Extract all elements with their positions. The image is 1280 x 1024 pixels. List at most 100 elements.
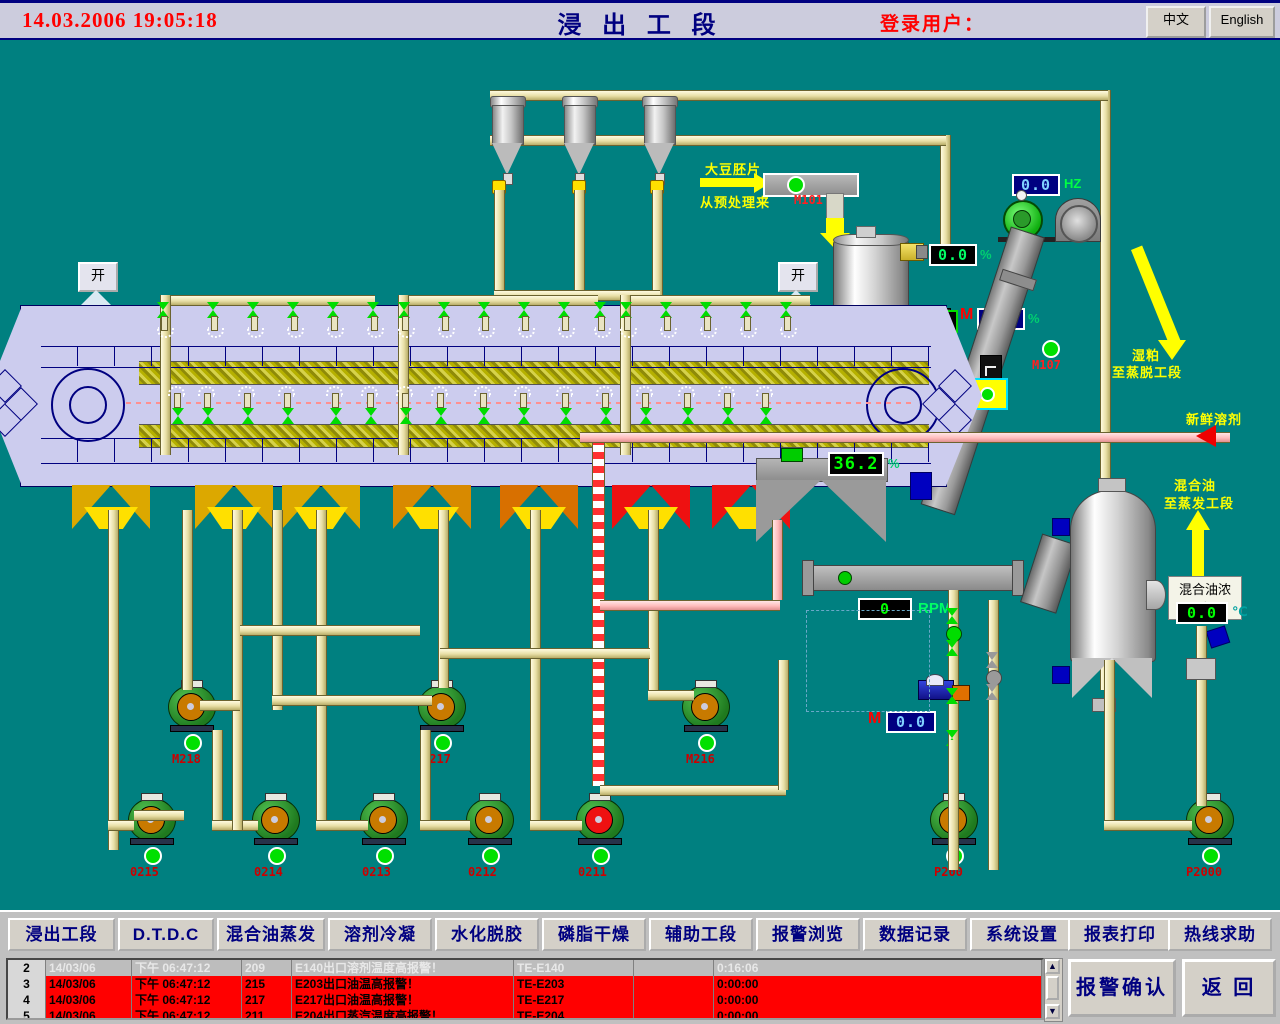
concentration-readout[interactable]: 0.0 bbox=[1176, 602, 1228, 624]
control-valve-readout[interactable]: 0.0 bbox=[886, 711, 936, 733]
feed-conveyor-run-lamp bbox=[787, 176, 805, 194]
pump-line-7-down bbox=[530, 510, 541, 826]
alarm-time: 下午 06:47:12 bbox=[132, 976, 242, 992]
right-open-button[interactable]: 开 bbox=[778, 262, 818, 292]
pump-line-5-down bbox=[316, 510, 327, 826]
alarm-tag: TE-E140 bbox=[514, 960, 634, 976]
feed-conveyor-tag: M101 bbox=[794, 193, 823, 207]
mid-pump-1-lamp bbox=[184, 734, 202, 752]
scroll-down-icon[interactable]: ▼ bbox=[1045, 1004, 1060, 1019]
bottom-pump-1-tag: 0215 bbox=[130, 865, 159, 879]
pump-1-discharge bbox=[134, 810, 184, 821]
cyclone-1 bbox=[488, 88, 526, 178]
back-button[interactable]: 返 回 bbox=[1182, 959, 1276, 1017]
alarm-elapsed: 0:00:00 bbox=[714, 1008, 1042, 1020]
table-row[interactable]: 3 14/03/06 下午 06:47:12 215 E203出口油温高报警！ … bbox=[8, 976, 1042, 992]
tab-data-log[interactable]: 数据记录 bbox=[863, 918, 967, 951]
bottom-pump-5-tag: 0211 bbox=[578, 865, 607, 879]
tab-phospholipid-dry[interactable]: 磷脂干燥 bbox=[542, 918, 646, 951]
tab-report-print[interactable]: 报表打印 bbox=[1068, 918, 1172, 951]
spray-nozzle-row bbox=[0, 302, 1000, 346]
tank-side-port-1[interactable] bbox=[1052, 518, 1070, 536]
mixed-oil-suction bbox=[1196, 626, 1207, 806]
level-transmitter[interactable] bbox=[781, 448, 803, 462]
feeder-motor-unit: % bbox=[1028, 311, 1040, 326]
tab-extraction[interactable]: 浸出工段 bbox=[8, 918, 115, 951]
tank-side-port-2[interactable] bbox=[1052, 666, 1070, 684]
tab-degumming[interactable]: 水化脱胶 bbox=[435, 918, 539, 951]
alarm-date: 14/03/06 bbox=[46, 1008, 132, 1020]
tab-system-settings[interactable]: 系统设置 bbox=[970, 918, 1074, 951]
alarm-message: E203出口油温高报警！ bbox=[292, 976, 514, 992]
scroll-thumb[interactable] bbox=[1046, 976, 1059, 1000]
tank-sight-glass bbox=[1146, 580, 1166, 610]
bypass-valve-upper[interactable] bbox=[986, 652, 999, 668]
right-pump-2[interactable] bbox=[1186, 798, 1232, 844]
bottom-cross-riser bbox=[778, 660, 789, 790]
tab-hotline-help[interactable]: 热线求助 bbox=[1168, 918, 1272, 951]
hmi-screen: 14.03.2006 19:05:18 浸 出 工 段 登录用户： 中文 Eng… bbox=[0, 0, 1280, 1024]
bottom-pump-1[interactable] bbox=[128, 798, 174, 844]
alarm-acknowledge-button[interactable]: 报警确认 bbox=[1068, 959, 1176, 1017]
mid-pump-3-lamp bbox=[698, 734, 716, 752]
fresh-solvent-arrow bbox=[1196, 425, 1216, 447]
table-row[interactable]: 5 14/03/06 下午 06:47:12 211 E204出口蒸汽温度高报警… bbox=[8, 1008, 1042, 1020]
blower-motor-knob bbox=[1016, 190, 1027, 201]
bottom-pump-2[interactable] bbox=[252, 798, 298, 844]
tab-oil-evaporation[interactable]: 混合油蒸发 bbox=[217, 918, 325, 951]
mixed-oil-inline-device bbox=[1186, 658, 1216, 680]
blower-motor-hub bbox=[1013, 210, 1031, 228]
concentration-sensor[interactable] bbox=[1206, 625, 1231, 648]
pump-line-2b-down bbox=[212, 730, 223, 825]
drag-conveyor-tag: M107 bbox=[1032, 358, 1061, 372]
table-row[interactable]: 4 14/03/06 下午 06:47:12 217 E217出口油温高报警！ … bbox=[8, 992, 1042, 1008]
bottom-pump-4[interactable] bbox=[466, 798, 512, 844]
tab-dtdc[interactable]: D.T.D.C bbox=[118, 918, 214, 951]
bottom-pump-4-lamp bbox=[482, 847, 500, 865]
bottom-pump-2-lamp bbox=[268, 847, 286, 865]
level-readout[interactable]: 36.2 bbox=[828, 452, 884, 476]
alarm-time: 下午 06:47:12 bbox=[132, 960, 242, 976]
alarm-elapsed: 0:00:00 bbox=[714, 976, 1042, 992]
bottom-pump-2-tag: 0214 bbox=[254, 865, 283, 879]
bottom-pump-1-lamp bbox=[144, 847, 162, 865]
alarm-index: 5 bbox=[8, 1008, 46, 1020]
control-valve-mid-a[interactable] bbox=[946, 688, 959, 704]
discharge-hopper-gate[interactable] bbox=[910, 472, 932, 500]
alarm-code: 217 bbox=[242, 992, 292, 1008]
tab-solvent-condense[interactable]: 溶剂冷凝 bbox=[328, 918, 432, 951]
scroll-up-icon[interactable]: ▲ bbox=[1045, 959, 1060, 974]
alarm-time: 下午 06:47:12 bbox=[132, 992, 242, 1008]
control-valve-lower[interactable] bbox=[946, 640, 959, 656]
right-pump-2-tag: P2000 bbox=[1186, 865, 1222, 879]
mid-pump-3-tag: M216 bbox=[686, 752, 715, 766]
feed-label-flakes: 大豆胚片 bbox=[705, 162, 761, 178]
mid-pump-1-tag: M218 bbox=[172, 752, 201, 766]
blower-feed-pipe bbox=[940, 135, 951, 245]
alarm-table[interactable]: 2 14/03/06 下午 06:47:12 209 E140出口溶剂温度高报警… bbox=[6, 958, 1044, 1020]
pink-return-line bbox=[600, 600, 780, 611]
pump-line-1-down bbox=[108, 510, 119, 850]
feeder-percent-readout[interactable]: 0.0 bbox=[929, 244, 977, 266]
tab-alarm-browse[interactable]: 报警浏览 bbox=[756, 918, 860, 951]
control-valve-upper[interactable] bbox=[946, 608, 959, 624]
alarm-panel: 2 14/03/06 下午 06:47:12 209 E140出口溶剂温度高报警… bbox=[0, 955, 1280, 1024]
alarm-blank bbox=[634, 976, 714, 992]
bottom-pump-5[interactable] bbox=[576, 798, 622, 844]
alarm-scrollbar[interactable]: ▲ ▼ bbox=[1044, 958, 1063, 1022]
alarm-elapsed: 0:16:06 bbox=[714, 960, 1042, 976]
language-english-button[interactable]: English bbox=[1209, 6, 1275, 38]
header-bar: 14.03.2006 19:05:18 浸 出 工 段 登录用户： 中文 Eng… bbox=[0, 0, 1280, 40]
tab-auxiliary[interactable]: 辅助工段 bbox=[649, 918, 753, 951]
alarm-time: 下午 06:47:12 bbox=[132, 1008, 242, 1020]
bypass-valve-lower[interactable] bbox=[986, 684, 999, 700]
alarm-tag: TE-E203 bbox=[514, 976, 634, 992]
table-row[interactable]: 2 14/03/06 下午 06:47:12 209 E140出口溶剂温度高报警… bbox=[8, 960, 1042, 976]
left-open-button[interactable]: 开 bbox=[78, 262, 118, 292]
language-chinese-button[interactable]: 中文 bbox=[1146, 6, 1206, 38]
surge-bin-inlet bbox=[856, 226, 876, 238]
bottom-pump-3-lamp bbox=[376, 847, 394, 865]
pump-line-3-down bbox=[232, 510, 243, 830]
top-long-pipe bbox=[658, 90, 1108, 101]
mid-pump-2[interactable] bbox=[418, 685, 464, 731]
